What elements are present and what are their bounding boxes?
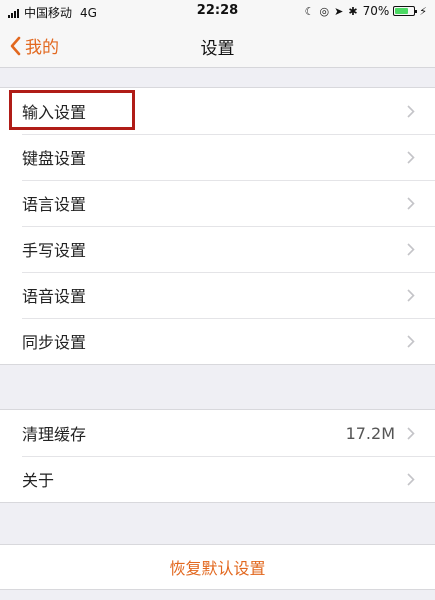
orientation-lock-icon: ◎ — [319, 4, 330, 18]
settings-row-voice[interactable]: 语音设置 — [0, 272, 435, 318]
chevron-right-icon — [407, 197, 415, 210]
moon-icon: ☾ — [304, 4, 315, 18]
reset-defaults-button[interactable]: 恢复默认设置 — [0, 544, 435, 590]
battery-icon — [393, 6, 418, 16]
row-label: 键盘设置 — [22, 149, 87, 168]
chevron-right-icon — [407, 427, 415, 440]
status-bar: 中国移动 4G 22:28 ☾ ◎ ➤ ✱ 70% ⚡ — [0, 0, 435, 22]
settings-row-keyboard[interactable]: 键盘设置 — [0, 134, 435, 180]
charging-icon: ⚡ — [419, 4, 427, 18]
chevron-right-icon — [407, 105, 415, 118]
highlight-annotation-box — [9, 90, 135, 130]
chevron-right-icon — [407, 473, 415, 486]
settings-row-about[interactable]: 关于 — [0, 456, 435, 502]
settings-row-language[interactable]: 语言设置 — [0, 180, 435, 226]
reset-defaults-label: 恢复默认设置 — [169, 559, 266, 578]
bluetooth-icon: ✱ — [348, 4, 358, 18]
row-label: 同步设置 — [22, 333, 87, 352]
row-label: 清理缓存 — [22, 425, 87, 444]
settings-group-storage: 清理缓存 17.2M 关于 — [0, 409, 435, 503]
battery-level — [395, 8, 408, 14]
settings-row-handwriting[interactable]: 手写设置 — [0, 226, 435, 272]
chevron-right-icon — [407, 243, 415, 256]
battery-percent: 70% — [362, 4, 390, 18]
row-label: 语言设置 — [22, 195, 87, 214]
chevron-right-icon — [407, 289, 415, 302]
location-icon: ➤ — [334, 4, 344, 18]
row-label: 手写设置 — [22, 241, 87, 260]
row-label: 关于 — [22, 471, 55, 490]
settings-row-clear-cache[interactable]: 清理缓存 17.2M — [0, 410, 435, 456]
settings-row-sync[interactable]: 同步设置 — [0, 318, 435, 364]
chevron-right-icon — [407, 151, 415, 164]
navigation-bar: 我的 设置 — [0, 22, 435, 68]
chevron-right-icon — [407, 335, 415, 348]
status-right: ☾ ◎ ➤ ✱ 70% ⚡ — [305, 4, 427, 18]
row-label: 语音设置 — [22, 287, 87, 306]
cache-size-value: 17.2M — [345, 423, 395, 443]
page-title: 设置 — [200, 39, 235, 59]
